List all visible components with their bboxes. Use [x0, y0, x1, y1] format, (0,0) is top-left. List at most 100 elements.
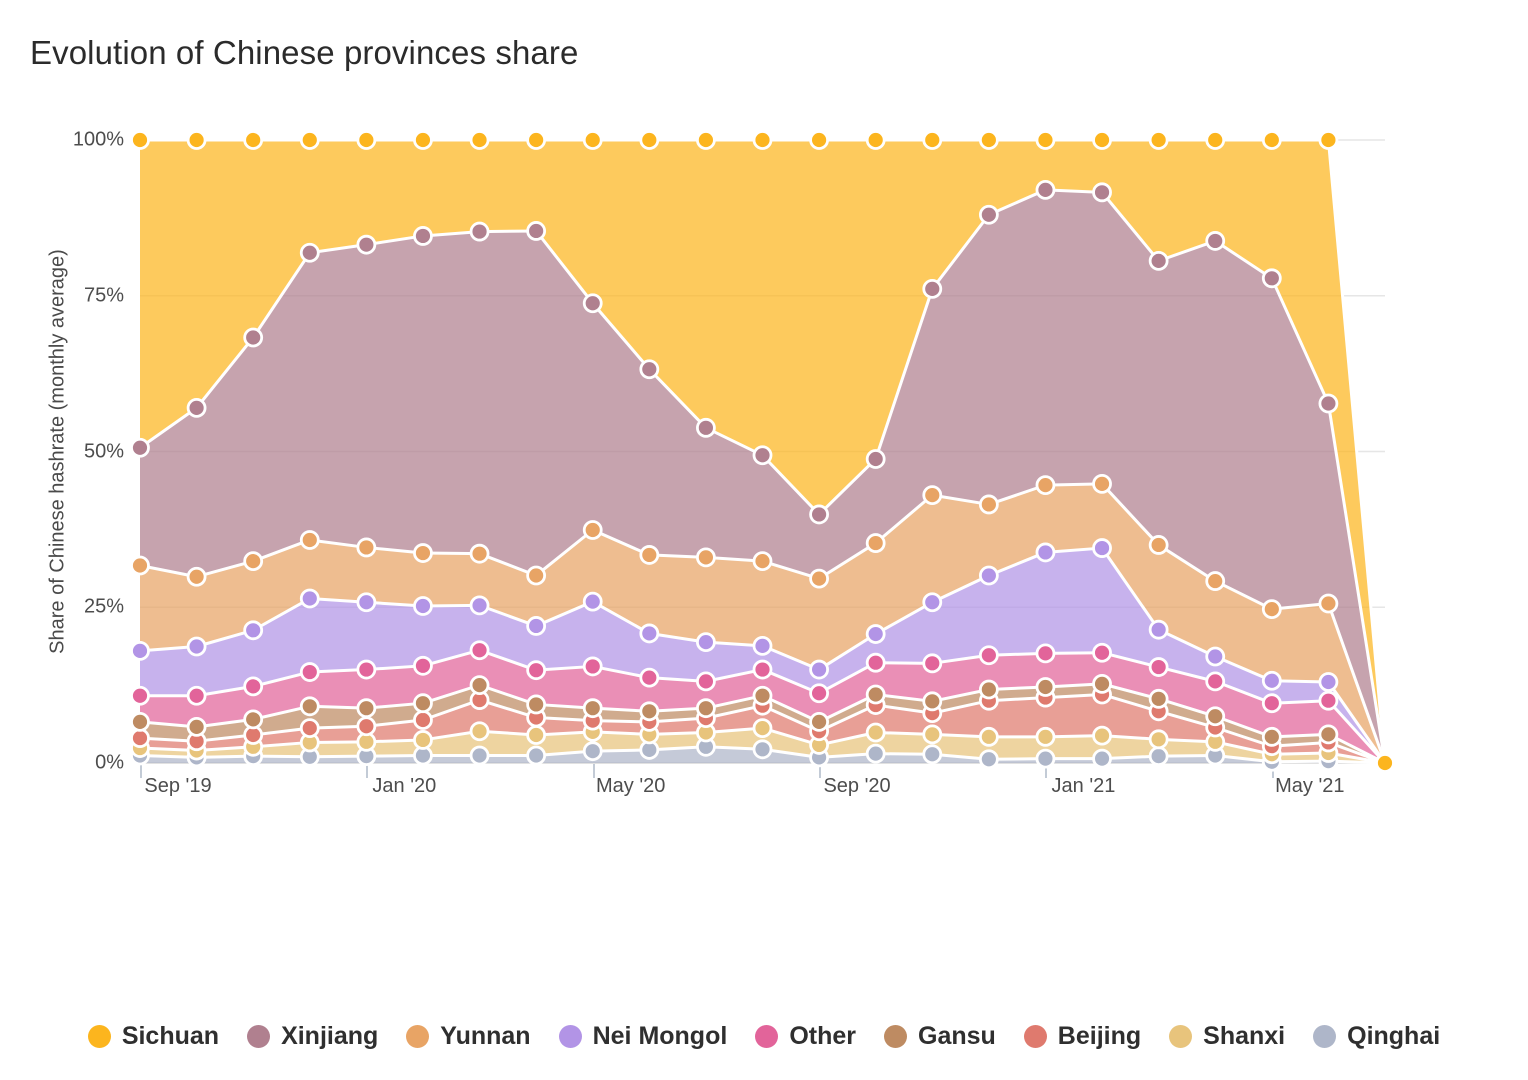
- marker-sichuan[interactable]: [696, 130, 716, 150]
- marker-yunnan[interactable]: [1261, 599, 1282, 620]
- marker-beijing[interactable]: [356, 716, 377, 737]
- marker-xinjiang[interactable]: [1092, 182, 1112, 203]
- marker-shanxi[interactable]: [1035, 726, 1056, 747]
- marker-qinghai[interactable]: [469, 745, 490, 766]
- marker-sichuan[interactable]: [1035, 130, 1056, 150]
- marker-shanxi[interactable]: [865, 722, 886, 743]
- marker-shanxi[interactable]: [526, 725, 547, 745]
- marker-sichuan[interactable]: [582, 130, 603, 150]
- marker-nei-mongol[interactable]: [130, 640, 150, 661]
- marker-other[interactable]: [922, 653, 943, 674]
- marker-nei-mongol[interactable]: [186, 636, 207, 657]
- marker-other[interactable]: [809, 683, 829, 704]
- marker-other[interactable]: [752, 659, 773, 680]
- marker-yunnan[interactable]: [978, 494, 999, 515]
- marker-xinjiang[interactable]: [809, 504, 829, 525]
- marker-yunnan[interactable]: [1035, 475, 1056, 496]
- marker-sichuan[interactable]: [469, 130, 490, 150]
- legend-item-gansu[interactable]: Gansu: [884, 1022, 996, 1051]
- marker-xinjiang[interactable]: [356, 234, 377, 255]
- legend-item-xinjiang[interactable]: Xinjiang: [247, 1022, 378, 1051]
- marker-nei-mongol[interactable]: [1318, 672, 1339, 692]
- marker-other[interactable]: [469, 640, 490, 661]
- marker-qinghai[interactable]: [582, 741, 603, 762]
- marker-xinjiang[interactable]: [1318, 393, 1339, 414]
- marker-sichuan[interactable]: [243, 130, 264, 150]
- marker-gansu[interactable]: [1035, 677, 1056, 697]
- marker-xinjiang[interactable]: [469, 221, 490, 242]
- marker-sichuan[interactable]: [526, 130, 547, 150]
- marker-yunnan[interactable]: [356, 537, 377, 558]
- marker-sichuan[interactable]: [1375, 753, 1395, 773]
- marker-yunnan[interactable]: [639, 545, 660, 565]
- marker-yunnan[interactable]: [413, 543, 433, 563]
- marker-yunnan[interactable]: [752, 551, 773, 572]
- marker-other[interactable]: [526, 660, 547, 681]
- marker-nei-mongol[interactable]: [865, 624, 886, 644]
- marker-beijing[interactable]: [299, 718, 320, 739]
- marker-shanxi[interactable]: [978, 726, 999, 747]
- marker-shanxi[interactable]: [413, 730, 433, 750]
- marker-nei-mongol[interactable]: [243, 620, 264, 641]
- marker-other[interactable]: [1092, 642, 1112, 663]
- legend-item-other[interactable]: Other: [755, 1022, 856, 1051]
- marker-beijing[interactable]: [130, 728, 150, 748]
- marker-xinjiang[interactable]: [639, 359, 660, 380]
- marker-sichuan[interactable]: [1261, 130, 1282, 150]
- marker-nei-mongol[interactable]: [1205, 646, 1226, 667]
- marker-other[interactable]: [356, 659, 377, 680]
- marker-shanxi[interactable]: [469, 721, 490, 742]
- marker-nei-mongol[interactable]: [582, 591, 603, 612]
- marker-shanxi[interactable]: [752, 718, 773, 739]
- marker-xinjiang[interactable]: [299, 242, 320, 263]
- marker-sichuan[interactable]: [186, 130, 207, 150]
- marker-xinjiang[interactable]: [1261, 268, 1282, 289]
- marker-qinghai[interactable]: [526, 745, 547, 766]
- marker-other[interactable]: [1318, 690, 1339, 711]
- marker-other[interactable]: [978, 645, 999, 666]
- marker-yunnan[interactable]: [299, 530, 320, 550]
- marker-yunnan[interactable]: [130, 555, 150, 576]
- marker-xinjiang[interactable]: [582, 293, 603, 314]
- legend-item-qinghai[interactable]: Qinghai: [1313, 1022, 1440, 1051]
- marker-qinghai[interactable]: [1035, 748, 1056, 769]
- marker-gansu[interactable]: [186, 716, 207, 737]
- marker-xinjiang[interactable]: [1148, 250, 1169, 271]
- marker-xinjiang[interactable]: [696, 417, 716, 438]
- marker-gansu[interactable]: [469, 675, 490, 696]
- marker-sichuan[interactable]: [922, 130, 943, 150]
- marker-sichuan[interactable]: [413, 130, 433, 150]
- legend-item-beijing[interactable]: Beijing: [1023, 1022, 1141, 1051]
- marker-gansu[interactable]: [582, 698, 603, 719]
- marker-gansu[interactable]: [978, 679, 999, 700]
- marker-other[interactable]: [582, 656, 603, 677]
- marker-xinjiang[interactable]: [922, 278, 943, 299]
- marker-nei-mongol[interactable]: [356, 592, 377, 613]
- marker-nei-mongol[interactable]: [696, 632, 716, 653]
- marker-xinjiang[interactable]: [186, 397, 207, 418]
- legend-item-yunnan[interactable]: Yunnan: [406, 1022, 531, 1051]
- marker-nei-mongol[interactable]: [809, 659, 829, 680]
- marker-xinjiang[interactable]: [1035, 179, 1056, 200]
- marker-gansu[interactable]: [1205, 706, 1226, 727]
- marker-other[interactable]: [1205, 671, 1226, 692]
- marker-nei-mongol[interactable]: [1092, 538, 1112, 558]
- marker-sichuan[interactable]: [1318, 130, 1339, 150]
- marker-nei-mongol[interactable]: [1148, 619, 1169, 640]
- marker-qinghai[interactable]: [752, 739, 773, 760]
- marker-yunnan[interactable]: [865, 533, 886, 553]
- marker-gansu[interactable]: [752, 685, 773, 706]
- marker-other[interactable]: [865, 652, 886, 673]
- marker-sichuan[interactable]: [299, 130, 320, 150]
- marker-qinghai[interactable]: [1148, 746, 1169, 767]
- marker-sichuan[interactable]: [1205, 130, 1226, 150]
- marker-other[interactable]: [299, 662, 320, 682]
- marker-sichuan[interactable]: [1148, 130, 1169, 150]
- marker-shanxi[interactable]: [1148, 729, 1169, 750]
- marker-sichuan[interactable]: [752, 130, 773, 150]
- marker-xinjiang[interactable]: [243, 327, 264, 348]
- marker-nei-mongol[interactable]: [469, 595, 490, 616]
- marker-yunnan[interactable]: [922, 485, 943, 506]
- marker-other[interactable]: [1261, 693, 1282, 714]
- marker-gansu[interactable]: [1318, 724, 1339, 745]
